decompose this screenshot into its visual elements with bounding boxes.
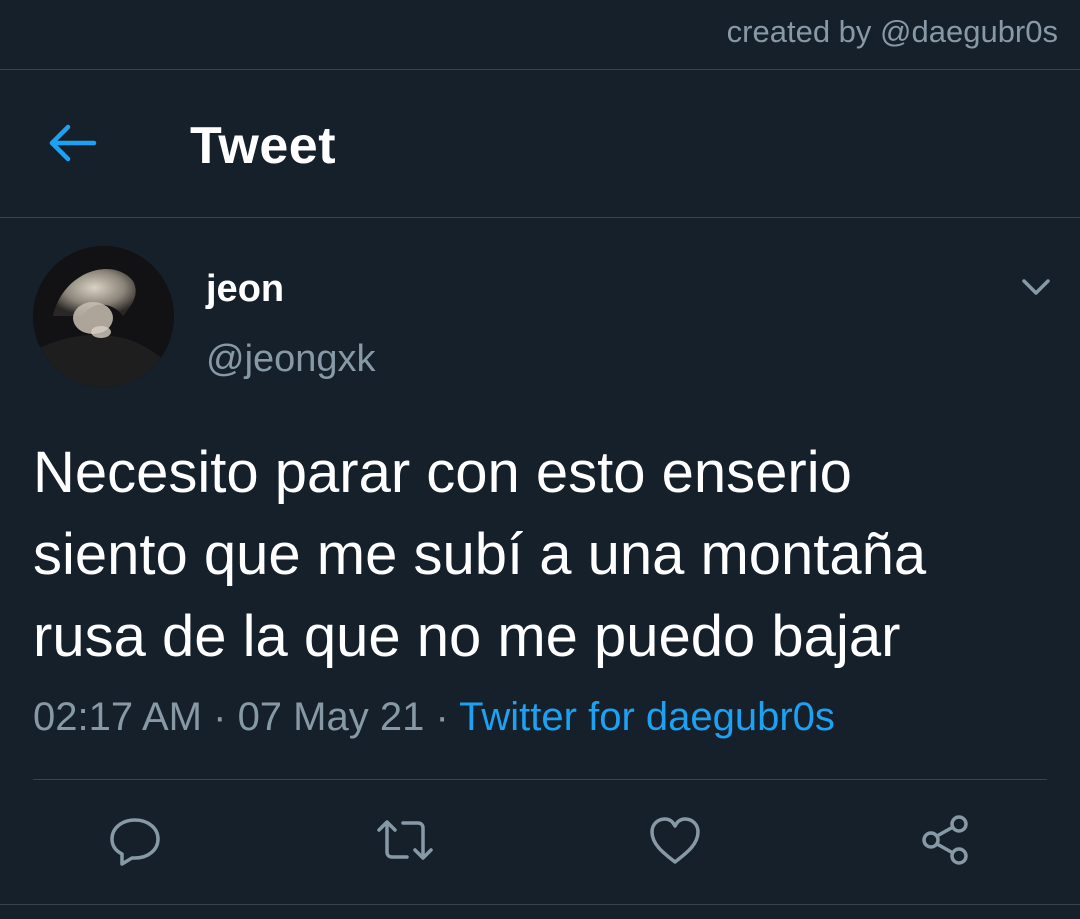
tweet-source-link[interactable]: Twitter for daegubr0s <box>459 695 835 739</box>
back-button[interactable] <box>44 118 104 168</box>
author-handle: @jeongxk <box>206 338 376 380</box>
tweet-text-line: Necesito parar con esto enserio <box>33 440 852 505</box>
page-title: Tweet <box>190 117 337 175</box>
meta-separator: · <box>202 695 238 739</box>
header-divider <box>0 217 1080 218</box>
bottom-divider <box>0 904 1080 905</box>
tweet-date: 07 May 21 <box>237 695 425 739</box>
more-options-button[interactable] <box>1016 272 1056 302</box>
avatar[interactable] <box>33 246 174 387</box>
avatar-photo-icon <box>33 246 174 387</box>
share-button[interactable] <box>913 808 977 872</box>
header-bar: Tweet <box>0 70 1080 217</box>
reply-icon <box>110 818 160 866</box>
tweet-text-line: siento que me subí a una montaña <box>33 522 927 587</box>
author-display-name[interactable]: jeon <box>206 268 284 311</box>
retweet-button[interactable] <box>373 808 437 872</box>
like-icon <box>650 817 700 864</box>
arrow-left-icon <box>49 124 97 162</box>
meta-separator: · <box>424 695 460 739</box>
share-icon <box>922 815 968 865</box>
like-button[interactable] <box>643 808 707 872</box>
tweet-time: 02:17 AM <box>33 695 203 739</box>
watermark-text: created by @daegubr0s <box>726 14 1058 49</box>
chevron-down-icon <box>1022 279 1050 295</box>
reply-button[interactable] <box>103 808 167 872</box>
tweet-text: Necesito parar con esto enserio siento q… <box>33 432 1043 678</box>
tweet-meta: 02:17 AM · 07 May 21 · Twitter for daegu… <box>33 695 835 740</box>
tweet-text-line: rusa de la que no me puedo bajar <box>33 604 901 669</box>
retweet-icon <box>377 820 433 860</box>
actions-divider <box>33 779 1047 780</box>
